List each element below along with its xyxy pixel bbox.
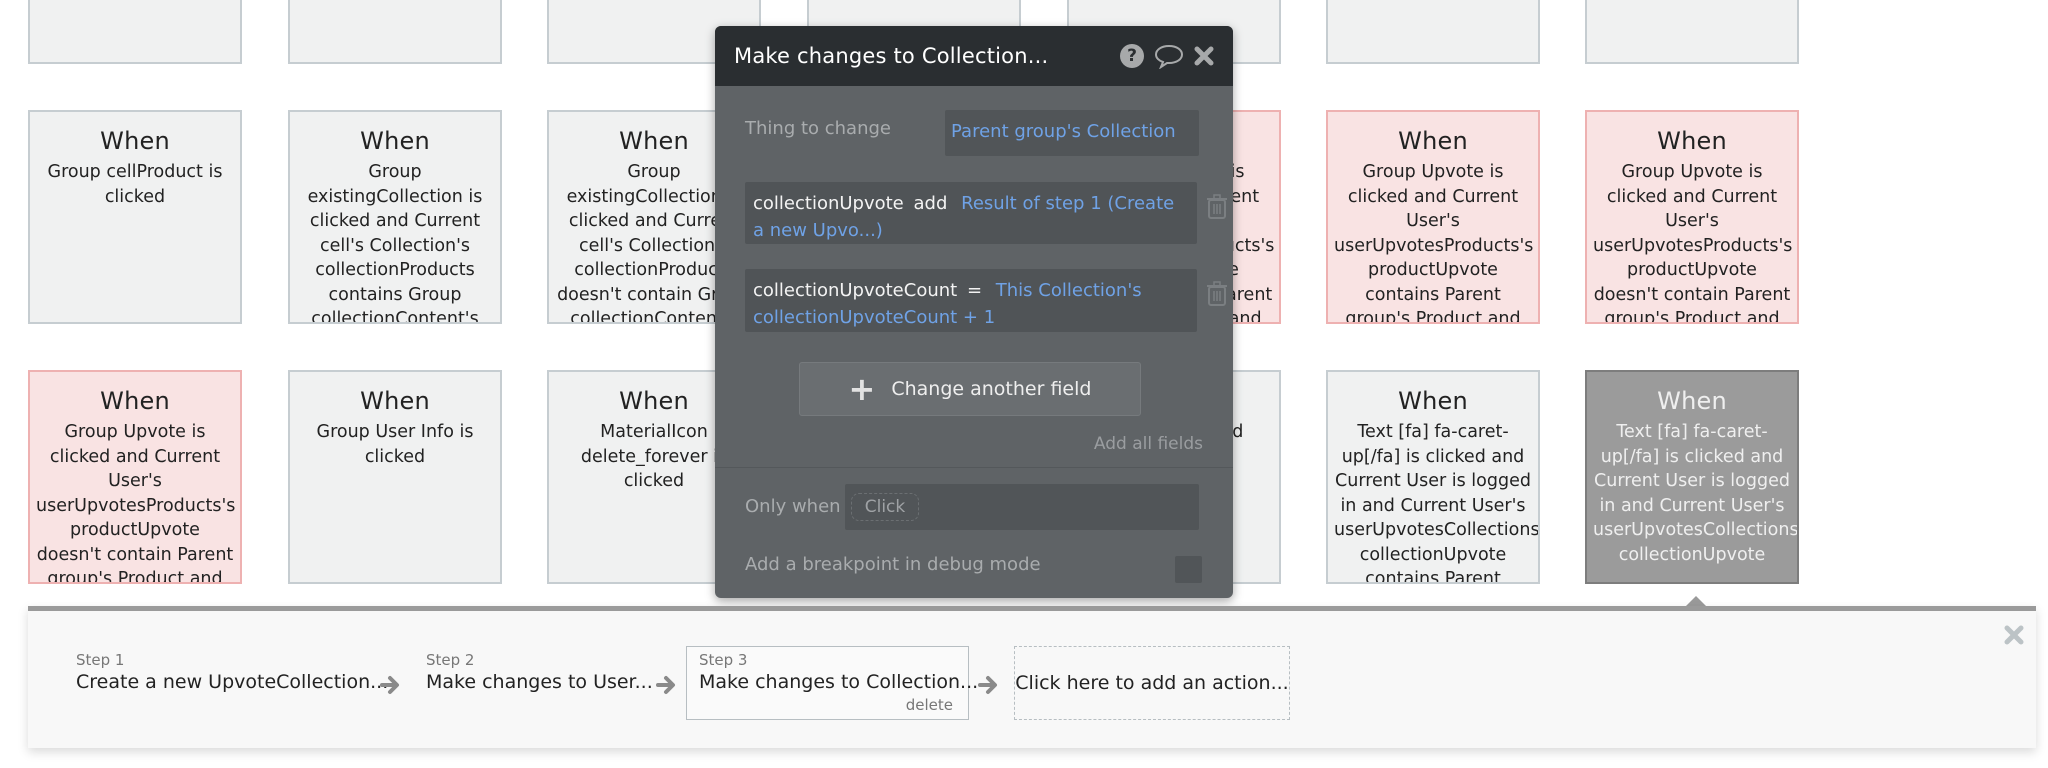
event-card-heading: When: [1398, 387, 1468, 415]
event-card[interactable]: When Group Upvote is clicked and Current…: [1326, 110, 1540, 324]
event-card-heading: When: [100, 387, 170, 415]
action-editor-modal: Make changes to Collection... ? Thing to…: [715, 26, 1233, 598]
add-all-fields-link[interactable]: Add all fields: [1094, 434, 1203, 454]
event-card-heading: When: [360, 127, 430, 155]
only-when-label: Only when: [745, 496, 841, 517]
event-card-selected[interactable]: When Text [fa] fa-caret-up[/fa] is click…: [1585, 370, 1799, 584]
step-name: Create a new UpvoteCollection...: [76, 671, 389, 693]
event-card-heading: When: [1657, 387, 1727, 415]
thing-to-change-field[interactable]: Parent group's Collection: [945, 110, 1199, 156]
event-card-description: Group Upvote is clicked and Current User…: [36, 422, 236, 584]
add-action-button[interactable]: Click here to add an action...: [1014, 646, 1290, 720]
field-key: collectionUpvote: [753, 193, 904, 214]
field-operator[interactable]: add: [914, 193, 948, 214]
event-card[interactable]: When Group existingCollection is clicked…: [288, 110, 502, 324]
event-card-heading: When: [1657, 127, 1727, 155]
step-number: Step 2: [426, 651, 475, 669]
step-number: Step 1: [76, 651, 125, 669]
field-change-row[interactable]: collectionUpvoteCount = This Collection'…: [745, 269, 1197, 332]
event-card-heading: When: [100, 127, 170, 155]
event-card[interactable]: When Group Upvote is clicked and Current…: [1585, 110, 1799, 324]
change-another-field-label: Change another field: [891, 378, 1092, 400]
event-card[interactable]: [1585, 0, 1799, 64]
arrow-right-icon: [978, 675, 1000, 695]
add-action-label: Click here to add an action...: [1015, 672, 1289, 694]
change-another-field-button[interactable]: + Change another field: [799, 362, 1141, 416]
help-icon[interactable]: ?: [1120, 44, 1144, 68]
workflow-step-3-selected[interactable]: Step 3 Make changes to Collection... del…: [686, 646, 979, 720]
breakpoint-label: Add a breakpoint in debug mode: [745, 554, 1041, 575]
event-card-description: Text [fa] fa-caret-up[/fa] is clicked an…: [1593, 422, 1799, 565]
trash-icon[interactable]: [1206, 194, 1228, 220]
only-when-placeholder[interactable]: Click: [851, 493, 919, 521]
event-card[interactable]: [288, 0, 502, 64]
event-card-heading: When: [1398, 127, 1468, 155]
breakpoint-checkbox[interactable]: [1175, 556, 1202, 583]
event-card-heading: When: [360, 387, 430, 415]
modal-header[interactable]: Make changes to Collection... ?: [715, 26, 1233, 86]
event-card[interactable]: When Text [fa] fa-caret-up[/fa] is click…: [1326, 370, 1540, 584]
event-card-description: Group Upvote is clicked and Current User…: [1593, 162, 1793, 324]
workflow-steps-panel: Step 1 Create a new UpvoteCollection... …: [28, 606, 2036, 748]
only-when-field[interactable]: Click: [845, 484, 1199, 530]
selected-event-pointer: [1686, 596, 1706, 606]
field-operator[interactable]: =: [967, 280, 982, 301]
step-name: Make changes to Collection...: [699, 671, 979, 693]
event-card[interactable]: When Group Upvote is clicked and Current…: [28, 370, 242, 584]
delete-step-link[interactable]: delete: [906, 696, 953, 714]
trash-icon[interactable]: [1206, 281, 1228, 307]
modal-title: Make changes to Collection...: [734, 44, 1049, 68]
event-card[interactable]: When Group User Info is clicked: [288, 370, 502, 584]
arrow-right-icon: [380, 675, 402, 695]
step-number: Step 3: [699, 651, 748, 669]
event-card-description: Group Upvote is clicked and Current User…: [1334, 162, 1534, 324]
arrow-right-icon: [656, 675, 678, 695]
event-card[interactable]: [28, 0, 242, 64]
divider: [715, 467, 1233, 468]
field-change-row[interactable]: collectionUpvote add Result of step 1 (C…: [745, 182, 1197, 244]
workflow-step-1[interactable]: Step 1 Create a new UpvoteCollection...: [76, 651, 388, 695]
thing-to-change-label: Thing to change: [745, 118, 891, 139]
plus-icon: +: [848, 370, 876, 408]
event-card-description: Group existingCollection is clicked and …: [307, 162, 483, 324]
field-key: collectionUpvoteCount: [753, 280, 958, 301]
event-card-description: Group User Info is clicked: [316, 422, 474, 467]
close-icon[interactable]: [2004, 625, 2024, 645]
close-icon[interactable]: [1194, 46, 1214, 66]
workflow-step-2[interactable]: Step 2 Make changes to User...: [426, 651, 653, 695]
event-card-description: Text [fa] fa-caret-up[/fa] is clicked an…: [1334, 422, 1540, 584]
event-card[interactable]: [1326, 0, 1540, 64]
event-card-description: Group cellProduct is clicked: [47, 162, 223, 207]
comment-icon[interactable]: [1154, 43, 1184, 69]
event-card[interactable]: When Group cellProduct is clicked: [28, 110, 242, 324]
step-name: Make changes to User...: [426, 671, 653, 693]
